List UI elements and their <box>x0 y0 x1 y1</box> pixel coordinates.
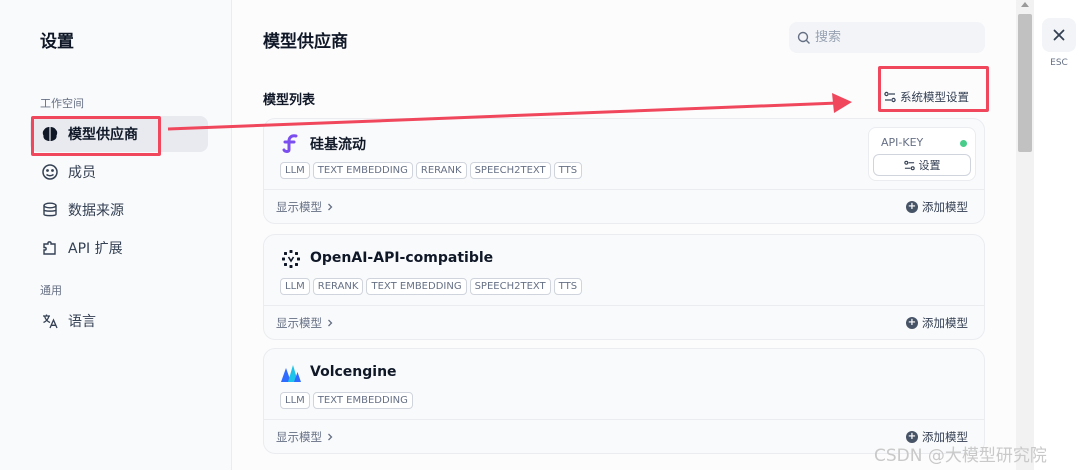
chevron-right-icon <box>328 433 333 440</box>
capability-tag: TEXT EMBEDDING <box>312 392 413 409</box>
capability-tag: RERANK <box>415 162 467 179</box>
provider-settings-label: 设置 <box>918 159 941 172</box>
capability-tag: TTS <box>553 162 583 179</box>
members-icon <box>40 162 60 182</box>
search-box[interactable] <box>789 22 985 53</box>
plus-icon: + <box>906 316 918 329</box>
provider-name: OpenAI-API-compatible <box>310 250 494 266</box>
sliders-icon <box>884 91 896 103</box>
sidebar-item-model-provider[interactable]: 模型供应商 <box>30 116 208 152</box>
system-model-settings-label: 系统模型设置 <box>900 90 969 104</box>
provider-card-siliconflow: 硅基流动 LLM TEXT EMBEDDING RERANK SPEECH2TE… <box>263 118 985 224</box>
sidebar-item-members[interactable]: 成员 <box>30 154 208 190</box>
show-models-button[interactable]: 显示模型 <box>276 315 335 331</box>
sliders-icon <box>903 160 915 171</box>
chevron-right-icon <box>328 203 333 210</box>
show-models-button[interactable]: 显示模型 <box>276 199 335 215</box>
status-indicator <box>960 140 967 147</box>
sidebar-section-general: 通用 <box>40 284 62 297</box>
capability-tag: LLM <box>280 278 310 295</box>
main-scrollbar[interactable] <box>1016 0 1034 470</box>
sidebar-item-label: 数据来源 <box>68 203 124 219</box>
provider-settings-button[interactable]: 设置 <box>873 154 971 176</box>
sidebar-item-api-extension[interactable]: API 扩展 <box>30 230 208 266</box>
capability-tags: LLM TEXT EMBEDDING <box>280 392 413 409</box>
siliconflow-logo-icon <box>280 132 302 154</box>
capability-tags: LLM RERANK TEXT EMBEDDING SPEECH2TEXT TT… <box>280 278 583 295</box>
capability-tag: TTS <box>553 278 583 295</box>
capability-tag: LLM <box>280 162 310 179</box>
show-models-label: 显示模型 <box>276 199 322 214</box>
page-title: 模型供应商 <box>263 32 348 52</box>
sidebar-item-label: 成员 <box>68 165 96 181</box>
capability-tags: LLM TEXT EMBEDDING RERANK SPEECH2TEXT TT… <box>280 162 583 179</box>
show-models-label: 显示模型 <box>276 315 322 330</box>
api-key-panel: API-KEY 设置 <box>868 127 976 181</box>
translate-icon <box>40 311 60 331</box>
capability-tag: RERANK <box>312 278 364 295</box>
volcengine-logo-icon <box>280 362 302 384</box>
scroll-up-arrow-icon[interactable] <box>1021 2 1029 7</box>
show-models-button[interactable]: 显示模型 <box>276 429 335 445</box>
api-key-label: API-KEY <box>881 136 924 149</box>
search-icon <box>797 31 811 45</box>
sidebar-section-workspace: 工作空间 <box>40 97 84 110</box>
card-footer: 显示模型 + 添加模型 <box>264 305 984 339</box>
main-panel: 模型供应商 模型列表 系统模型设置 硅基流动 LLM TEXT EMBEDDIN… <box>232 0 1016 470</box>
capability-tag: LLM <box>280 392 310 409</box>
capability-tag: TEXT EMBEDDING <box>312 162 413 179</box>
esc-hint: ESC <box>1050 58 1068 68</box>
sidebar-item-data-source[interactable]: 数据来源 <box>30 192 208 228</box>
capability-tag: SPEECH2TEXT <box>469 278 551 295</box>
model-list-title: 模型列表 <box>263 93 316 108</box>
search-input[interactable] <box>815 30 975 45</box>
capability-tag: TEXT EMBEDDING <box>366 278 467 295</box>
puzzle-icon <box>40 238 60 258</box>
add-model-button[interactable]: + 添加模型 <box>906 199 968 215</box>
openai-compatible-logo-icon <box>280 248 302 270</box>
sidebar-item-label: 语言 <box>68 314 96 330</box>
add-model-button[interactable]: + 添加模型 <box>906 315 968 331</box>
card-footer: 显示模型 + 添加模型 <box>264 189 984 223</box>
add-model-label: 添加模型 <box>922 315 968 330</box>
brain-icon <box>40 124 60 144</box>
close-icon <box>1053 29 1065 41</box>
provider-name: 硅基流动 <box>310 137 366 153</box>
provider-name: Volcengine <box>310 364 397 380</box>
settings-sidebar: 设置 工作空间 模型供应商 成员 数据来源 API 扩展 通用 语言 <box>0 0 232 470</box>
sidebar-title: 设置 <box>40 32 74 52</box>
scroll-thumb[interactable] <box>1018 14 1032 152</box>
plus-icon: + <box>906 200 918 213</box>
database-icon <box>40 200 60 220</box>
system-model-settings-button[interactable]: 系统模型设置 <box>884 86 969 108</box>
add-model-label: 添加模型 <box>922 199 968 214</box>
provider-card-volcengine: Volcengine LLM TEXT EMBEDDING 显示模型 + 添加模… <box>263 348 985 454</box>
show-models-label: 显示模型 <box>276 429 322 444</box>
chevron-right-icon <box>328 319 333 326</box>
watermark: CSDN @大模型研究院 <box>874 446 1047 466</box>
sidebar-item-label: API 扩展 <box>68 241 123 257</box>
sidebar-item-label: 模型供应商 <box>68 127 138 143</box>
sidebar-item-language[interactable]: 语言 <box>30 303 208 339</box>
provider-card-openai-compatible: OpenAI-API-compatible LLM RERANK TEXT EM… <box>263 234 985 340</box>
capability-tag: SPEECH2TEXT <box>469 162 551 179</box>
close-button[interactable] <box>1042 18 1076 52</box>
